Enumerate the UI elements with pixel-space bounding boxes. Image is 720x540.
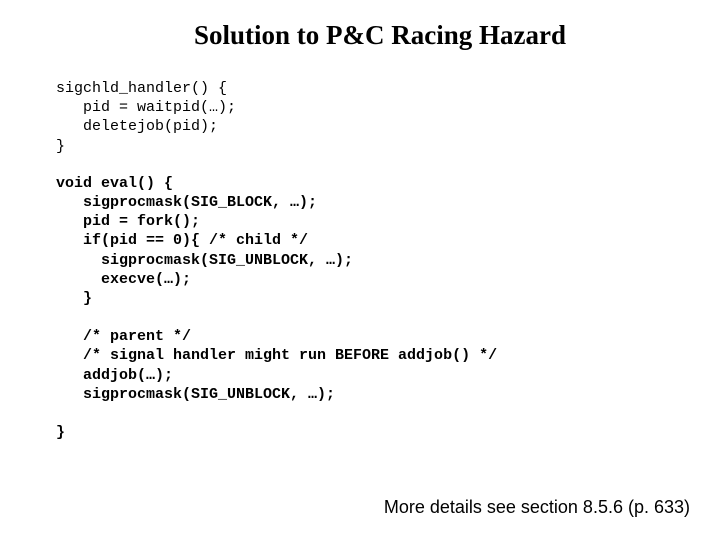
slide-title: Solution to P&C Racing Hazard xyxy=(96,20,664,51)
code-eval-function: void eval() { sigprocmask(SIG_BLOCK, …);… xyxy=(56,174,664,443)
slide-container: Solution to P&C Racing Hazard sigchld_ha… xyxy=(0,0,720,540)
code-sigchld-handler: sigchld_handler() { pid = waitpid(…); de… xyxy=(56,79,664,156)
footnote-reference: More details see section 8.5.6 (p. 633) xyxy=(384,497,690,518)
